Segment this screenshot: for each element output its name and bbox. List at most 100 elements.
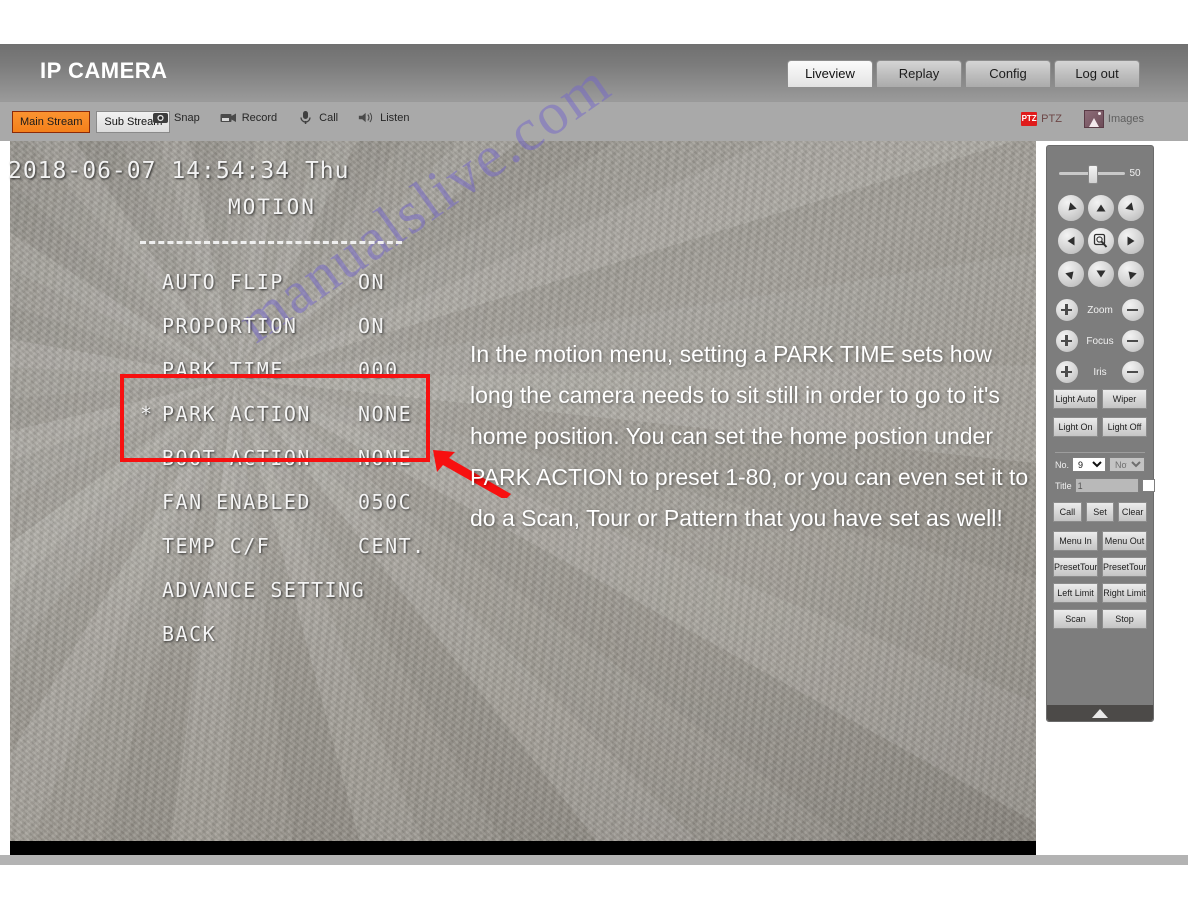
osd-divider <box>140 241 402 244</box>
main-stream-button[interactable]: Main Stream <box>12 111 91 133</box>
highlight-box <box>120 374 430 462</box>
stop-button[interactable]: Stop <box>1102 609 1147 629</box>
page-root: IP CAMERA Liveview Replay Config Log out… <box>0 0 1188 918</box>
preset-number-select[interactable]: 9 <box>1072 457 1107 472</box>
triangle-up-icon <box>1092 708 1108 718</box>
osd-row[interactable]: BACK <box>140 612 426 656</box>
osd-row-value: ON <box>358 314 386 338</box>
zoom-control-row: Zoom <box>1055 298 1145 322</box>
images-icon <box>1083 110 1104 128</box>
osd-row-value: 050C <box>358 490 413 514</box>
tab-liveview[interactable]: Liveview <box>787 60 873 87</box>
preset-set-button[interactable]: Set <box>1085 502 1115 522</box>
pan-left-button[interactable] <box>1057 227 1085 255</box>
scan-stop-row: Scan Stop <box>1053 609 1147 629</box>
iris-open-button[interactable] <box>1055 360 1079 384</box>
record-button[interactable]: Record <box>220 110 277 125</box>
ptz-speed-slider[interactable]: 50 <box>1047 165 1153 184</box>
auto-focus-button[interactable] <box>1087 227 1115 255</box>
focus-control-row: Focus <box>1055 329 1145 353</box>
down-arrow-icon <box>1096 270 1106 278</box>
menu-out-button[interactable]: Menu Out <box>1102 531 1147 551</box>
media-tools: Snap Record Call Listen <box>152 110 409 125</box>
main-nav-tabs: Liveview Replay Config Log out <box>787 60 1140 87</box>
osd-row[interactable]: PROPORTION ON <box>140 304 426 348</box>
speed-slider-track[interactable] <box>1059 165 1126 184</box>
pan-up-left-button[interactable] <box>1057 194 1085 222</box>
right-limit-button[interactable]: Right Limit <box>1102 583 1147 603</box>
osd-row[interactable]: ADVANCE SETTING <box>140 568 426 612</box>
microphone-icon <box>300 111 311 124</box>
record-icon <box>220 113 236 122</box>
preset-title-row: Title <box>1055 478 1155 493</box>
tab-logout[interactable]: Log out <box>1054 60 1140 87</box>
osd-row-key: BACK <box>162 622 217 646</box>
preset-action-row: Call Set Clear <box>1053 502 1148 522</box>
left-arrow-icon <box>1067 236 1075 246</box>
menu-in-out-row: Menu In Menu Out <box>1053 531 1147 551</box>
preset-number-row: No. 9 Not L <box>1055 457 1146 472</box>
record-label: Record <box>241 111 278 124</box>
osd-row[interactable]: FAN ENABLED 050C <box>140 480 426 524</box>
osd-row[interactable]: TEMP C/F CENT. <box>140 524 426 568</box>
snap-button[interactable]: Snap <box>152 110 200 125</box>
pan-down-left-button[interactable] <box>1057 260 1085 288</box>
speed-slider-value: 50 <box>1129 168 1141 179</box>
light-off-button[interactable]: Light Off <box>1102 417 1147 437</box>
stream-toolbar: Main Stream Sub Stream Snap Record Call … <box>0 101 1188 141</box>
preset-mode-select[interactable]: Not L <box>1109 457 1146 472</box>
down-right-arrow-icon <box>1128 271 1137 280</box>
right-arrow-icon <box>1127 236 1135 246</box>
preset-title-input[interactable] <box>1074 478 1139 493</box>
wiper-button[interactable]: Wiper <box>1102 389 1147 409</box>
footer-strip <box>0 855 1188 865</box>
focus-near-button[interactable] <box>1055 329 1079 353</box>
scan-button[interactable]: Scan <box>1053 609 1098 629</box>
light-on-button[interactable]: Light On <box>1053 417 1098 437</box>
preset-tour-1-button[interactable]: PresetTour1 <box>1053 557 1098 577</box>
pan-down-right-button[interactable] <box>1117 260 1145 288</box>
focus-far-button[interactable] <box>1120 329 1145 353</box>
pan-up-right-button[interactable] <box>1117 194 1145 222</box>
osd-row[interactable]: AUTO FLIP ON <box>140 260 426 304</box>
images-button[interactable]: Images <box>1083 110 1144 128</box>
ptz-collapse-handle[interactable] <box>1047 705 1153 721</box>
preset-no-label: No. <box>1055 459 1070 470</box>
ptz-toggle-button[interactable]: PTZ PTZ <box>1021 112 1062 126</box>
iris-close-button[interactable] <box>1121 360 1145 384</box>
ptz-direction-pad <box>1057 194 1145 293</box>
preset-title-checkbox[interactable] <box>1141 479 1155 492</box>
preset-call-button[interactable]: Call <box>1053 502 1082 522</box>
light-wiper-buttons: Light Auto Wiper Light On Light Off <box>1053 389 1147 441</box>
menu-in-button[interactable]: Menu In <box>1053 531 1098 551</box>
pan-down-button[interactable] <box>1087 260 1115 288</box>
zoom-out-button[interactable] <box>1121 298 1145 322</box>
preset-clear-button[interactable]: Clear <box>1118 502 1148 522</box>
pan-right-button[interactable] <box>1117 227 1145 255</box>
dpad-row-bottom <box>1057 260 1145 288</box>
tab-config[interactable]: Config <box>965 60 1051 87</box>
zoom-in-button[interactable] <box>1055 298 1079 322</box>
dpad-row-top <box>1057 194 1145 222</box>
call-label: Call <box>319 111 339 124</box>
down-left-arrow-icon <box>1065 271 1074 280</box>
pan-up-button[interactable] <box>1087 194 1115 222</box>
app-header: IP CAMERA Liveview Replay Config Log out <box>0 44 1188 101</box>
osd-menu-title: MOTION <box>228 195 316 219</box>
iris-control-row: Iris <box>1055 360 1145 384</box>
speed-slider-thumb[interactable] <box>1088 165 1099 184</box>
preset-tour-2-button[interactable]: PresetTour2 <box>1102 557 1147 577</box>
video-bottom-bar <box>10 841 1036 855</box>
listen-button[interactable]: Listen <box>358 110 409 125</box>
light-auto-button[interactable]: Light Auto <box>1053 389 1098 409</box>
osd-row-key: PROPORTION <box>162 314 298 338</box>
right-tools: PTZ PTZ Images <box>1021 110 1144 128</box>
page-title: IP CAMERA <box>40 58 168 83</box>
snap-label: Snap <box>174 111 200 124</box>
iris-label: Iris <box>1093 366 1107 378</box>
stream-selector: Main Stream Sub Stream <box>12 111 171 133</box>
left-limit-button[interactable]: Left Limit <box>1053 583 1098 603</box>
tab-replay[interactable]: Replay <box>876 60 962 87</box>
dpad-row-middle <box>1057 227 1145 255</box>
call-button[interactable]: Call <box>297 110 338 125</box>
